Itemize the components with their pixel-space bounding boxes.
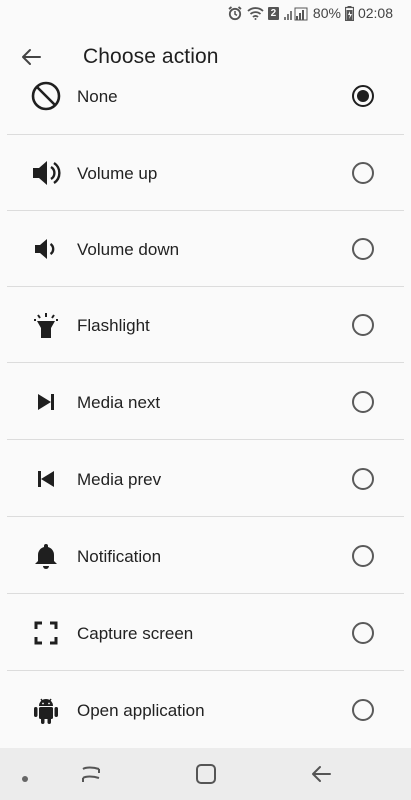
radio-button[interactable]: [352, 699, 374, 721]
signal-icon: [283, 6, 309, 21]
skip-next-icon: [29, 385, 63, 419]
skip-previous-icon: [29, 462, 63, 496]
list-item-label: Volume up: [77, 164, 158, 183]
list-item-volume-down[interactable]: Volume down: [0, 211, 411, 287]
radio-button-selected[interactable]: [352, 85, 374, 107]
divider: [7, 362, 404, 363]
nav-dot-icon[interactable]: [21, 770, 29, 788]
list-item-capture-screen[interactable]: Capture screen: [0, 595, 411, 671]
divider: [7, 593, 404, 594]
radio-button[interactable]: [352, 622, 374, 644]
capture-screen-icon: [29, 616, 63, 650]
volume-down-icon: [29, 232, 63, 266]
network-badge: 2: [267, 6, 279, 20]
list-item-flashlight[interactable]: Flashlight: [0, 287, 411, 363]
list-item-label: Volume down: [77, 240, 180, 259]
status-icons: 2 80% 02:08: [227, 4, 393, 22]
radio-button[interactable]: [352, 545, 374, 567]
alarm-icon: [227, 5, 243, 21]
home-icon[interactable]: [194, 762, 218, 791]
list-item-label: Flashlight: [77, 316, 150, 335]
battery-charging-icon: [344, 5, 354, 21]
clock: 02:08: [357, 5, 393, 21]
list-item-media-next[interactable]: Media next: [0, 364, 411, 440]
wifi-icon: [247, 6, 264, 20]
list-item-open-application[interactable]: Open application: [0, 672, 411, 748]
block-icon: [29, 79, 63, 113]
list-item-volume-up[interactable]: Volume up: [0, 135, 411, 211]
radio-button[interactable]: [352, 468, 374, 490]
list-item-label: Open application: [77, 701, 205, 720]
radio-button[interactable]: [352, 238, 374, 260]
radio-button[interactable]: [352, 391, 374, 413]
bell-icon: [29, 539, 63, 573]
list-item-none[interactable]: None: [0, 58, 411, 135]
recents-icon[interactable]: [79, 763, 103, 790]
list-item-media-prev[interactable]: Media prev: [0, 441, 411, 517]
status-bar: 2 80% 02:08: [0, 0, 411, 26]
list-item-label: None: [77, 87, 118, 106]
divider: [7, 516, 404, 517]
radio-button[interactable]: [352, 314, 374, 336]
divider: [7, 439, 404, 440]
list-item-label: Capture screen: [77, 624, 194, 643]
list-item-notification[interactable]: Notification: [0, 518, 411, 594]
back-icon[interactable]: [309, 762, 333, 791]
radio-button[interactable]: [352, 162, 374, 184]
list-item-label: Media prev: [77, 470, 162, 489]
list-item-label: Media next: [77, 393, 161, 412]
battery-percent: 80%: [312, 5, 341, 21]
android-icon: [29, 693, 63, 727]
navigation-bar: [0, 748, 411, 800]
volume-up-icon: [29, 156, 63, 190]
divider: [7, 670, 404, 671]
flashlight-icon: [29, 308, 63, 342]
list-item-label: Notification: [77, 547, 162, 566]
